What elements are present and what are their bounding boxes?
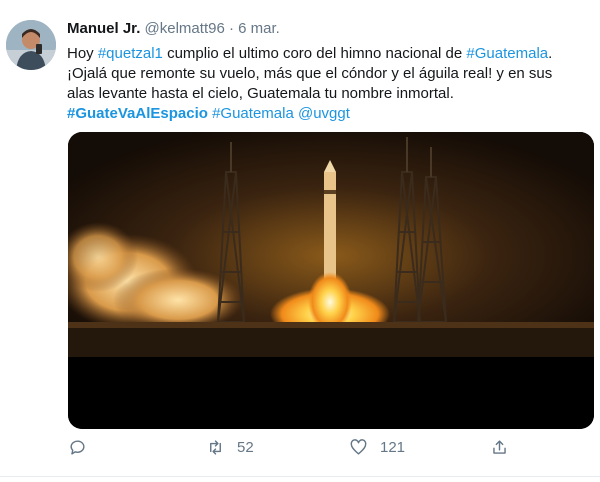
tweet-date[interactable]: 6 mar. [238,20,280,37]
tweet-card[interactable]: Manuel Jr. @kelmatt96 · 6 mar. Hoy #quet… [0,0,600,482]
tweet-text-line-1: Hoy #quetzal1 cumplio el ultimo coro del… [67,44,592,64]
hashtag-guatemala[interactable]: #Guatemala [466,45,548,62]
retweet-count: 52 [237,439,254,456]
retweet-button[interactable]: 52 [206,438,254,457]
tweet-media[interactable] [68,132,594,429]
tweet-text: Hoy #quetzal1 cumplio el ultimo coro del… [67,44,592,124]
text-segment: . [548,45,553,62]
share-button[interactable] [490,438,509,457]
hashtag-guatemala-2[interactable]: #Guatemala [212,105,294,122]
hashtag-guatevaalespacio[interactable]: #GuateVaAlEspacio [67,105,208,122]
like-count: 121 [380,439,406,456]
author-name[interactable]: Manuel Jr. [67,20,140,37]
tweet-header: Manuel Jr. @kelmatt96 · 6 mar. [67,20,280,37]
retweet-icon [210,440,221,455]
text-segment: Hoy [67,45,98,62]
hashtag-quetzal1[interactable]: #quetzal1 [98,45,163,62]
author-handle[interactable]: @kelmatt96 [145,20,225,37]
reply-icon [70,440,85,455]
reply-button[interactable] [68,438,87,457]
text-segment: cumplio el ultimo coro del himno naciona… [162,45,467,62]
heart-icon [350,439,367,455]
tweet-actions: 52 121 [0,438,600,464]
rocket-launch-image [68,132,594,429]
author-avatar[interactable] [6,20,56,70]
tweet-tags-line: #GuateVaAlEspacio #Guatemala @uvggt [67,104,592,124]
mention-uvggt[interactable]: @uvggt [298,105,350,122]
share-icon [493,440,506,454]
header-separator: · [228,20,234,37]
like-button[interactable]: 121 [349,438,405,457]
tweet-divider [0,476,600,477]
avatar-image [6,20,56,70]
tweet-text-line-3: alas levante hasta el cielo, Guatemala t… [67,85,454,102]
tweet-text-line-2: ¡Ojalá que remonte su vuelo, más que el … [67,65,553,82]
